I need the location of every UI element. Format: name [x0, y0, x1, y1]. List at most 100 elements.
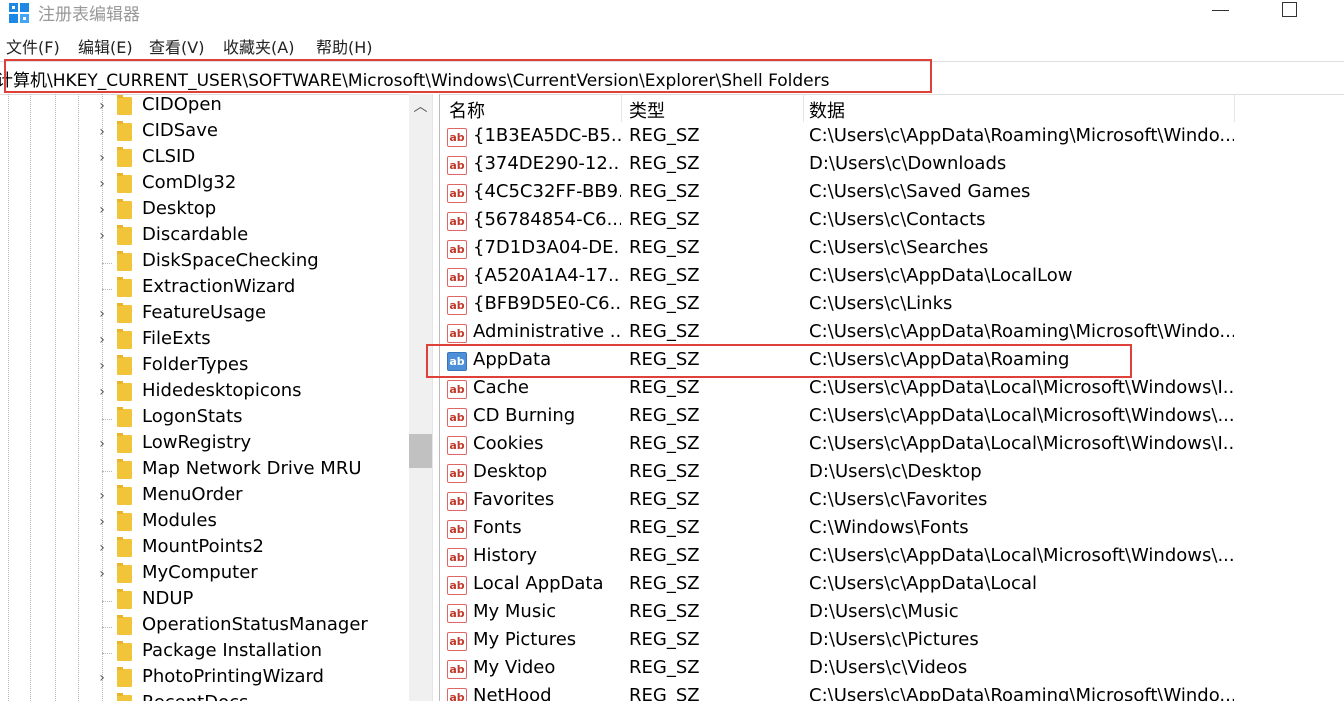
tree-item[interactable]: › FileExts [0, 328, 410, 354]
tree-item[interactable]: Package Installation [0, 640, 410, 666]
chevron-right-icon[interactable]: › [96, 514, 108, 530]
tree-item-label: Discardable [142, 224, 249, 245]
tree-item-label: CIDOpen [142, 94, 222, 115]
value-row[interactable]: ab {7D1D3A04-DE... REG_SZ C:\Users\c\Search… [440, 236, 1344, 264]
tree-item[interactable]: › PhotoPrintingWizard [0, 666, 410, 692]
value-row[interactable]: ab My Pictures REG_SZ D:\Users\c\Pictures [440, 628, 1344, 656]
chevron-right-icon[interactable]: › [96, 176, 108, 192]
tree-scrollbar[interactable]: ︿ [409, 94, 432, 701]
folder-icon [117, 407, 132, 427]
value-name: Local AppData [473, 573, 604, 594]
menu-help[interactable]: 帮助(H) [316, 34, 373, 58]
value-name: Cache [473, 377, 529, 398]
chevron-up-icon[interactable]: ︿ [409, 96, 432, 116]
value-data: C:\Users\c\AppData\Local\Microsoft\Windo… [809, 405, 1234, 426]
menu-favorites[interactable]: 收藏夹(A) [223, 34, 294, 58]
column-header-type[interactable]: 类型 [629, 97, 665, 125]
reg-string-icon: ab [447, 212, 467, 231]
menu-view[interactable]: 查看(V) [149, 34, 204, 58]
tree-item-label: Package Installation [142, 640, 323, 661]
folder-icon [117, 277, 132, 297]
tree-item[interactable]: › MountPoints2 [0, 536, 410, 562]
chevron-right-icon[interactable]: › [96, 436, 108, 452]
tree-item[interactable]: › LowRegistry [0, 432, 410, 458]
value-row[interactable]: ab {374DE290-12... REG_SZ D:\Users\c\Downlo… [440, 152, 1344, 180]
minimize-button[interactable] [1212, 10, 1229, 11]
value-row[interactable]: ab {BFB9D5E0-C6... REG_SZ C:\Users\c\Links [440, 292, 1344, 320]
tree-item[interactable]: › Hidedesktopicons [0, 380, 410, 406]
chevron-right-icon[interactable]: › [96, 540, 108, 556]
value-row[interactable]: ab Cache REG_SZ C:\Users\c\AppData\Local\Mi… [440, 376, 1344, 404]
tree-item[interactable]: › Desktop [0, 198, 410, 224]
value-row[interactable]: ab Fonts REG_SZ C:\Windows\Fonts [440, 516, 1344, 544]
value-row[interactable]: ab {56784854-C6... REG_SZ C:\Users\c\Contac… [440, 208, 1344, 236]
tree-item[interactable]: › CIDSave [0, 120, 410, 146]
value-row[interactable]: ab NetHood REG_SZ C:\Users\c\AppData\Roamin… [440, 684, 1344, 701]
column-header-data[interactable]: 数据 [809, 97, 845, 125]
chevron-right-icon[interactable]: › [96, 306, 108, 322]
value-row[interactable]: ab My Video REG_SZ D:\Users\c\Videos [440, 656, 1344, 684]
menu-edit[interactable]: 编辑(E) [78, 34, 133, 58]
chevron-right-icon[interactable]: › [96, 488, 108, 504]
values-list[interactable]: 名称 类型 数据 ab {1B3EA5DC-B5... REG_SZ C:\Users… [440, 94, 1344, 701]
tree-item[interactable]: › CIDOpen [0, 94, 410, 120]
tree-item[interactable]: › ComDlg32 [0, 172, 410, 198]
tree-item-label: Modules [142, 510, 217, 531]
tree-item[interactable]: › RecentDocs [0, 692, 410, 701]
chevron-right-icon[interactable]: › [96, 98, 108, 114]
tree-item[interactable]: › FolderTypes [0, 354, 410, 380]
tree-item[interactable]: ExtractionWizard [0, 276, 410, 302]
tree-item[interactable]: DiskSpaceChecking [0, 250, 410, 276]
column-separator[interactable] [803, 94, 804, 122]
value-row[interactable]: ab History REG_SZ C:\Users\c\AppData\Local\… [440, 544, 1344, 572]
chevron-right-icon[interactable]: › [96, 384, 108, 400]
tree-item[interactable]: › Modules [0, 510, 410, 536]
chevron-right-icon[interactable]: › [96, 566, 108, 582]
scrollbar-thumb[interactable] [409, 434, 432, 468]
tree-item[interactable]: › CLSID [0, 146, 410, 172]
tree-item[interactable]: NDUP [0, 588, 410, 614]
column-separator[interactable] [1234, 94, 1235, 122]
tree-item[interactable]: OperationStatusManager [0, 614, 410, 640]
chevron-right-icon[interactable]: › [96, 124, 108, 140]
tree-item[interactable]: Map Network Drive MRU [0, 458, 410, 484]
chevron-right-icon[interactable]: › [96, 150, 108, 166]
chevron-right-icon[interactable]: › [96, 696, 108, 701]
value-row[interactable]: ab Desktop REG_SZ D:\Users\c\Desktop [440, 460, 1344, 488]
folder-icon [117, 121, 132, 141]
value-row[interactable]: ab {A520A1A4-17... REG_SZ C:\Users\c\AppDat… [440, 264, 1344, 292]
folder-icon [117, 511, 132, 531]
reg-string-icon: ab [447, 632, 467, 651]
value-type: REG_SZ [629, 321, 700, 342]
value-type: REG_SZ [629, 433, 700, 454]
tree-connector [102, 601, 112, 602]
maximize-button[interactable] [1282, 2, 1297, 17]
tree-item[interactable]: › Discardable [0, 224, 410, 250]
key-tree[interactable]: › CIDOpen › CIDSave › CLSID › ComDlg32 › Desktop ›… [0, 94, 432, 701]
tree-item[interactable]: › MenuOrder [0, 484, 410, 510]
pane-splitter[interactable] [432, 94, 440, 701]
value-row[interactable]: ab {1B3EA5DC-B5... REG_SZ C:\Users\c\AppDat… [440, 124, 1344, 152]
value-row[interactable]: ab CD Burning REG_SZ C:\Users\c\AppData\Loc… [440, 404, 1344, 432]
chevron-right-icon[interactable]: › [96, 202, 108, 218]
reg-string-icon: ab [447, 408, 467, 427]
chevron-right-icon[interactable]: › [96, 332, 108, 348]
value-row[interactable]: ab {4C5C32FF-BB9... REG_SZ C:\Users\c\Saved… [440, 180, 1344, 208]
column-separator[interactable] [621, 94, 622, 122]
tree-item[interactable]: › MyComputer [0, 562, 410, 588]
value-row[interactable]: ab Cookies REG_SZ C:\Users\c\AppData\Local\… [440, 432, 1344, 460]
value-row[interactable]: ab My Music REG_SZ D:\Users\c\Music [440, 600, 1344, 628]
tree-item-label: FolderTypes [142, 354, 249, 375]
value-row[interactable]: ab Favorites REG_SZ C:\Users\c\Favorites [440, 488, 1344, 516]
value-row[interactable]: ab Local AppData REG_SZ C:\Users\c\AppData\… [440, 572, 1344, 600]
reg-string-icon: ab [447, 464, 467, 483]
menu-file[interactable]: 文件(F) [6, 34, 60, 58]
tree-item[interactable]: LogonStats [0, 406, 410, 432]
value-name: My Pictures [473, 629, 577, 650]
column-header-name[interactable]: 名称 [449, 97, 485, 125]
value-name: {7D1D3A04-DE... [473, 237, 621, 258]
tree-item[interactable]: › FeatureUsage [0, 302, 410, 328]
chevron-right-icon[interactable]: › [96, 670, 108, 686]
chevron-right-icon[interactable]: › [96, 228, 108, 244]
chevron-right-icon[interactable]: › [96, 358, 108, 374]
